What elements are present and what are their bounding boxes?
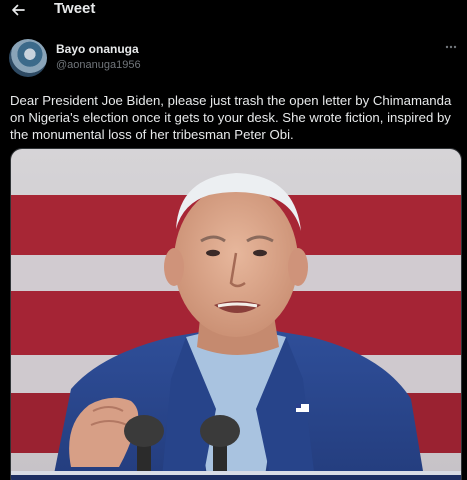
author-name[interactable]: Bayo onanuga: [56, 42, 141, 56]
tweet-page: Tweet Bayo onanuga @aonanuga1956 Dear Pr…: [0, 0, 467, 480]
author-handle[interactable]: @aonanuga1956: [56, 58, 141, 72]
author-info: Bayo onanuga @aonanuga1956: [56, 42, 141, 72]
back-button[interactable]: [8, 0, 28, 20]
photo-illustration: [11, 149, 461, 480]
tweet-photo[interactable]: [10, 148, 462, 480]
more-horizontal-icon: [445, 45, 457, 49]
arrow-left-icon: [12, 4, 25, 16]
top-header: Tweet: [0, 0, 467, 22]
tweet-text: Dear President Joe Biden, please just tr…: [10, 93, 452, 142]
page-title: Tweet: [54, 0, 96, 17]
avatar[interactable]: [9, 39, 47, 77]
more-options-button[interactable]: [443, 41, 459, 53]
